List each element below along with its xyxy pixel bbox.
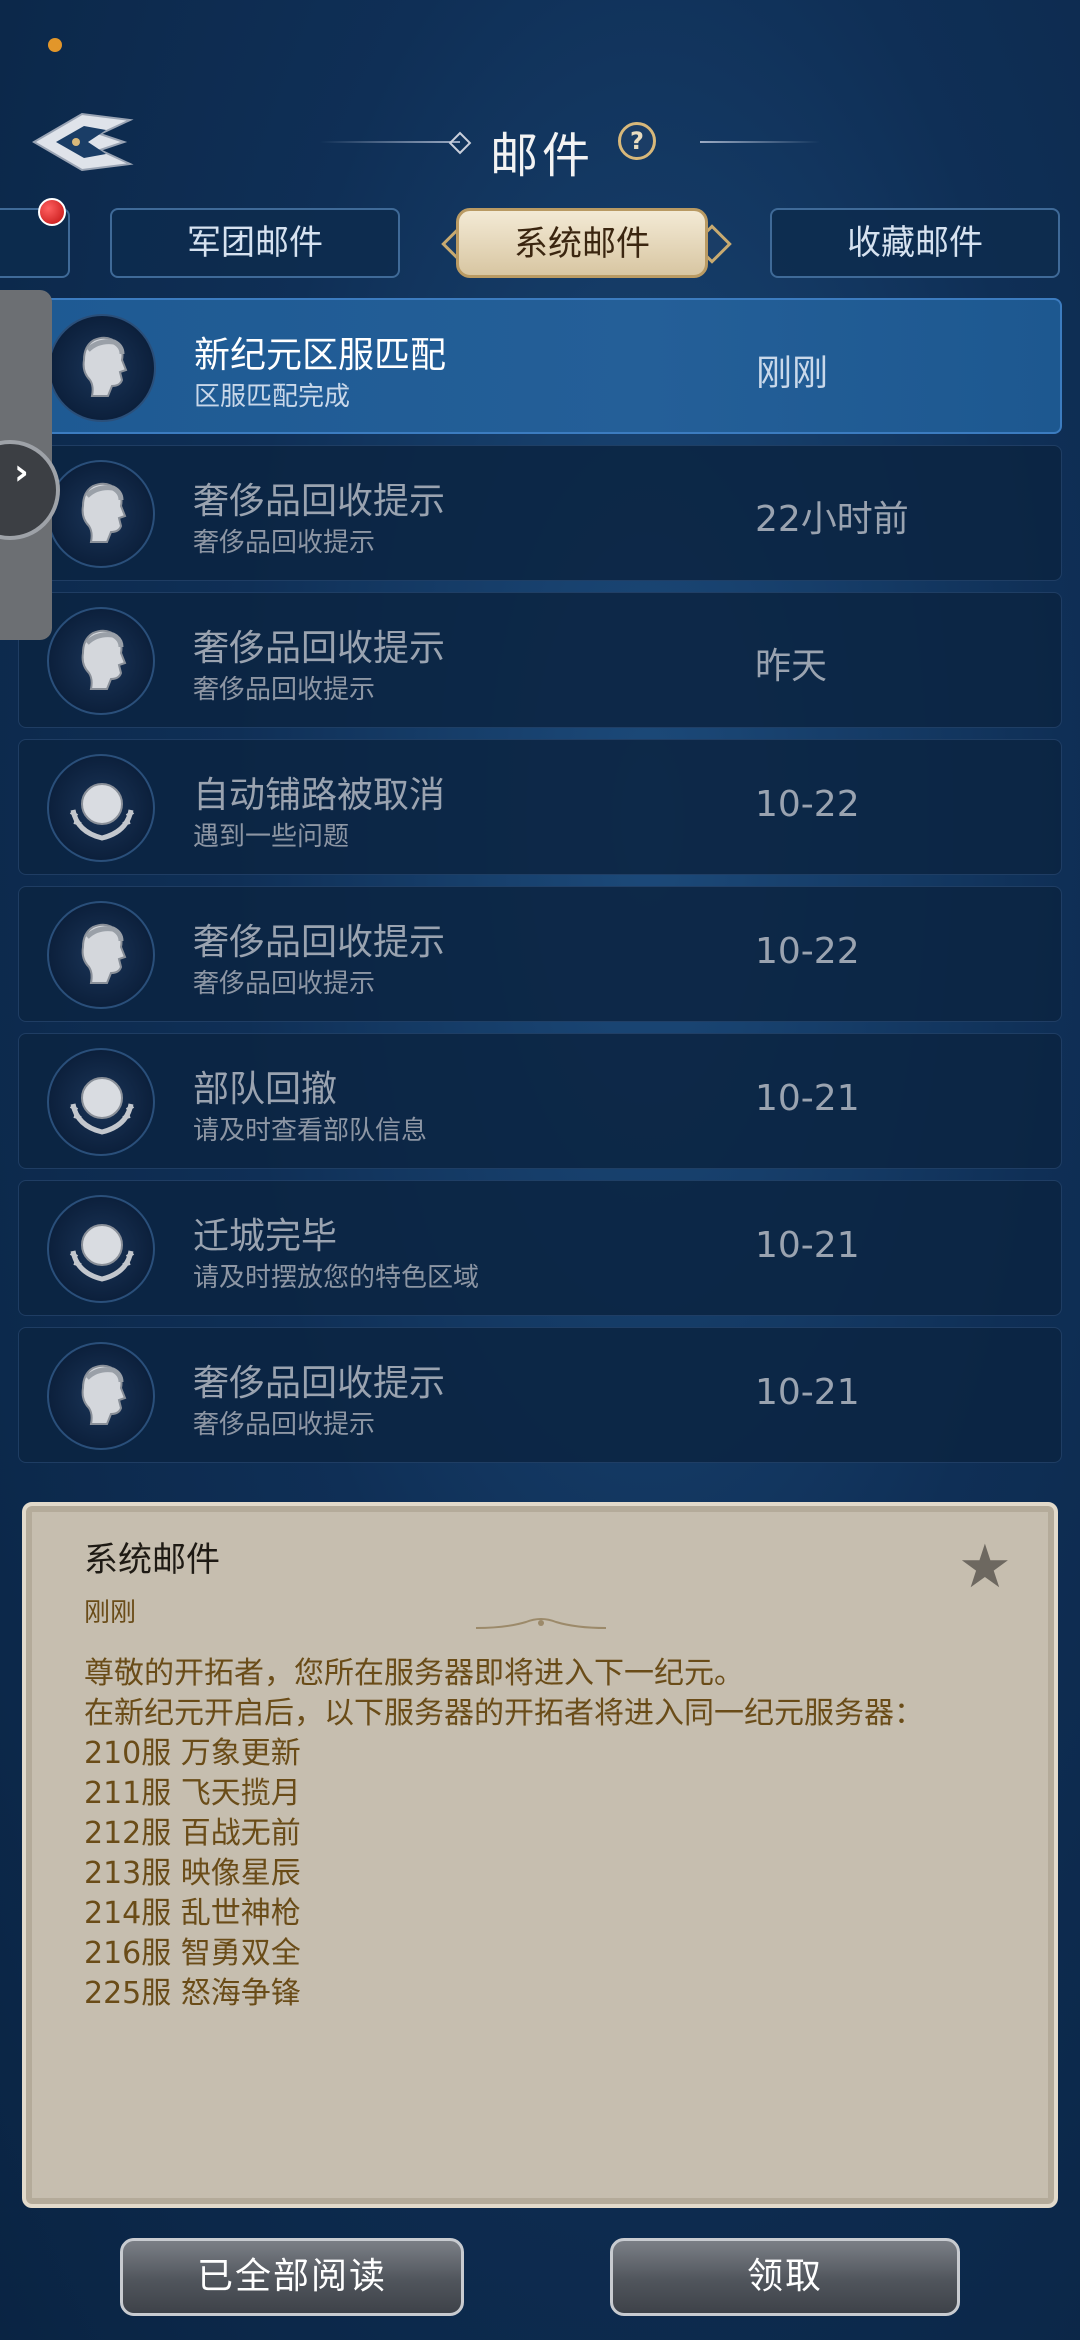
- status-indicator-dot: [48, 38, 62, 52]
- mail-subtitle: 请及时查看部队信息: [193, 1116, 428, 1146]
- mail-subtitle: 遇到一些问题: [193, 822, 350, 852]
- mail-title: 新纪元区服匹配: [194, 335, 447, 376]
- mail-avatar: [47, 460, 155, 568]
- detail-line: 尊敬的开拓者，您所在服务器即将进入下一纪元。: [84, 1656, 744, 1691]
- detail-line: 212服 百战无前: [84, 1816, 301, 1851]
- emperor-head-icon: [81, 482, 127, 543]
- title-decoration-right: [700, 141, 820, 143]
- mail-avatar: [47, 754, 155, 862]
- mail-time: 刚刚: [756, 353, 829, 394]
- mail-time: 10-21: [755, 1372, 860, 1413]
- title-diamond-left: [448, 131, 472, 155]
- emperor-head-icon: [81, 923, 127, 984]
- detail-line: 210服 万象更新: [84, 1736, 301, 1771]
- mail-list[interactable]: 新纪元区服匹配 区服匹配完成 刚刚 奢侈品回收提示 奢侈品回收提示 22小时前 奢侈品回收提…: [18, 298, 1062, 1498]
- detail-line: 213服 映像星辰: [84, 1856, 301, 1891]
- mail-subtitle: 奢侈品回收提示: [193, 528, 376, 558]
- mail-subtitle: 区服匹配完成: [194, 382, 351, 412]
- detail-time: 刚刚: [84, 1598, 137, 1628]
- ornament-divider-icon: [476, 1618, 606, 1629]
- mail-avatar: [47, 901, 155, 1009]
- mark-all-read-button[interactable]: 已全部阅读: [120, 2238, 464, 2316]
- mail-row[interactable]: 迁城完毕请及时摆放您的特色区域 10-21: [18, 1180, 1062, 1316]
- detail-line: 211服 飞天揽月: [84, 1776, 301, 1811]
- detail-line: 214服 乱世神枪: [84, 1896, 301, 1931]
- mail-avatar: [47, 1342, 155, 1450]
- mail-row[interactable]: 奢侈品回收提示 奢侈品回收提示 昨天: [18, 592, 1062, 728]
- help-icon[interactable]: ?: [618, 122, 656, 160]
- mail-row[interactable]: 奢侈品回收提示 奢侈品回收提示 10-21: [18, 1327, 1062, 1463]
- page-title: 邮件: [490, 128, 595, 184]
- tab-favorite-mail[interactable]: 收藏邮件: [770, 208, 1060, 278]
- detail-title: 系统邮件: [84, 1540, 220, 1580]
- chevron-right-icon: ›: [14, 452, 29, 493]
- mail-avatar: [47, 1195, 155, 1303]
- mail-subtitle: 请及时摆放您的特色区域: [193, 1263, 480, 1293]
- mail-time: 10-22: [755, 931, 860, 972]
- detail-line: 在新纪元开启后，以下服务器的开拓者将进入同一纪元服务器：: [84, 1696, 924, 1731]
- mail-subtitle: 奢侈品回收提示: [193, 969, 376, 999]
- mail-row[interactable]: 自动铺路被取消遇到一些问题 10-22: [18, 739, 1062, 875]
- mail-avatar: [48, 314, 156, 422]
- mail-row[interactable]: 奢侈品回收提示 奢侈品回收提示 22小时前: [18, 445, 1062, 581]
- mail-time: 10-22: [755, 784, 860, 825]
- mail-title: 部队回撤: [193, 1069, 338, 1110]
- detail-body: 尊敬的开拓者，您所在服务器即将进入下一纪元。在新纪元开启后，以下服务器的开拓者将…: [84, 1654, 1004, 2014]
- title-decoration-left: [320, 141, 460, 143]
- mail-subtitle: 奢侈品回收提示: [193, 1410, 376, 1440]
- mail-time: 昨天: [755, 646, 828, 687]
- header-title-row: 邮件 ?: [0, 110, 1080, 184]
- tab-legion-mail[interactable]: 军团邮件: [110, 208, 400, 278]
- mail-title: 奢侈品回收提示: [193, 922, 446, 963]
- detail-line: 225服 怒海争锋: [84, 1976, 301, 2011]
- mail-row[interactable]: 奢侈品回收提示 奢侈品回收提示 10-22: [18, 886, 1062, 1022]
- mail-time: 22小时前: [755, 499, 909, 540]
- notification-badge: [38, 198, 66, 226]
- mail-title: 奢侈品回收提示: [193, 1363, 446, 1404]
- globe-laurel-icon: [69, 1224, 135, 1282]
- mail-title: 奢侈品回收提示: [193, 481, 446, 522]
- claim-button[interactable]: 领取: [610, 2238, 960, 2316]
- detail-line: 216服 智勇双全: [84, 1936, 301, 1971]
- mail-row[interactable]: 部队回撤请及时查看部队信息 10-21: [18, 1033, 1062, 1169]
- mail-avatar: [47, 607, 155, 715]
- emperor-head-icon: [81, 1364, 127, 1425]
- mail-title: 奢侈品回收提示: [193, 628, 446, 669]
- mail-subtitle: 奢侈品回收提示: [193, 675, 376, 705]
- mail-time: 10-21: [755, 1078, 860, 1119]
- globe-laurel-icon: [69, 783, 135, 841]
- globe-laurel-icon: [69, 1077, 135, 1135]
- mail-avatar: [47, 1048, 155, 1156]
- mail-detail-panel: 系统邮件 刚刚 ★ 尊敬的开拓者，您所在服务器即将进入下一纪元。在新纪元开启后，…: [22, 1502, 1058, 2208]
- emperor-head-icon: [81, 629, 127, 690]
- favorite-star-icon[interactable]: ★: [958, 1532, 1012, 1602]
- mail-row[interactable]: 新纪元区服匹配区服匹配完成 刚刚: [18, 298, 1062, 434]
- mail-title: 自动铺路被取消: [193, 775, 446, 816]
- mail-time: 10-21: [755, 1225, 860, 1266]
- emperor-head-icon: [82, 336, 128, 397]
- mail-title: 迁城完毕: [193, 1216, 338, 1257]
- tab-system-mail[interactable]: 系统邮件: [456, 208, 708, 278]
